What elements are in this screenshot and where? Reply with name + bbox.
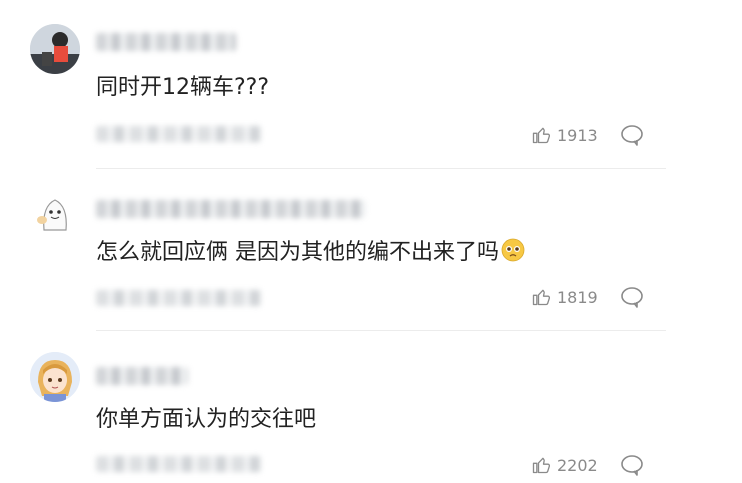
username-blurred xyxy=(96,33,236,51)
thumbs-up-icon xyxy=(532,457,551,474)
like-button[interactable]: 1819 xyxy=(531,286,598,308)
like-button[interactable]: 1913 xyxy=(531,124,598,146)
reply-bubble-icon[interactable] xyxy=(620,286,644,308)
comment-text-content: 怎么就回应俩 是因为其他的编不出来了吗 xyxy=(96,240,499,265)
like-count: 1819 xyxy=(557,287,598,307)
comment-item: 你单方面认为的交往吧 2202 xyxy=(0,332,742,483)
pleading-face-icon xyxy=(501,238,525,262)
avatar-cartoon-ghost-icon xyxy=(30,186,80,236)
thumbs-up-icon xyxy=(532,127,551,144)
avatar-kid-icon xyxy=(30,24,80,74)
username-blurred xyxy=(96,367,188,385)
comment-text: 同时开12辆车??? xyxy=(96,75,270,100)
comment-item: 怎么就回应俩 是因为其他的编不出来了吗 1819 xyxy=(0,170,742,332)
reply-bubble-icon[interactable] xyxy=(620,454,644,476)
avatar-anime-girl-icon xyxy=(30,352,80,402)
like-count: 2202 xyxy=(557,455,598,475)
comment-item: 同时开12辆车??? 1913 xyxy=(0,0,742,170)
comment-meta-blurred xyxy=(96,290,261,306)
like-button[interactable]: 2202 xyxy=(531,454,598,476)
comment-meta-blurred xyxy=(96,126,261,142)
divider xyxy=(96,168,666,169)
avatar[interactable] xyxy=(30,352,80,402)
avatar[interactable] xyxy=(30,186,80,236)
comment-meta-blurred xyxy=(96,456,261,472)
reply-bubble-icon[interactable] xyxy=(620,124,644,146)
comment-text: 怎么就回应俩 是因为其他的编不出来了吗 xyxy=(96,238,525,267)
thumbs-up-icon xyxy=(532,289,551,306)
comment-text: 你单方面认为的交往吧 xyxy=(96,407,317,432)
avatar[interactable] xyxy=(30,24,80,74)
like-count: 1913 xyxy=(557,125,598,145)
username-blurred xyxy=(96,200,366,218)
divider xyxy=(96,330,666,331)
